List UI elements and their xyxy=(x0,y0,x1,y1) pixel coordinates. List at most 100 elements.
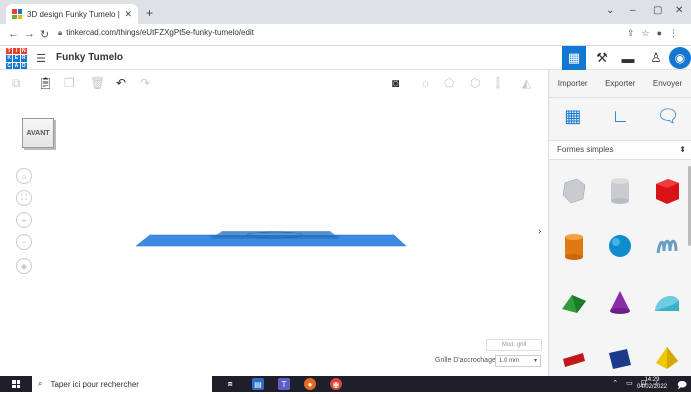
search-icon: ⌕ xyxy=(38,379,43,388)
home-view-icon[interactable]: ⌂ xyxy=(16,168,32,184)
zoom-out-icon[interactable]: − xyxy=(16,234,32,250)
clock-time: 14:29 xyxy=(644,377,660,383)
shape-box-hole[interactable] xyxy=(551,166,597,214)
tab-search-icon[interactable]: ⌄ xyxy=(606,5,614,16)
app-header: T I N K E R C A D ☰ Funky Tumelo ▦ ⚒ ▬ ♙… xyxy=(0,46,691,70)
design-list-icon[interactable]: ☰ xyxy=(36,52,46,65)
build-hammer-icon[interactable]: ⚒ xyxy=(590,46,614,70)
shape-category-label: Formes simples xyxy=(557,145,614,154)
copy-icon[interactable]: ⧉ xyxy=(12,76,21,91)
logo-letter: K xyxy=(6,55,13,62)
design-name[interactable]: Funky Tumelo xyxy=(56,52,123,63)
shape-cone[interactable] xyxy=(597,278,643,326)
snap-grid-value: 1.0 mm xyxy=(499,358,520,364)
align-icon[interactable]: ⫿ xyxy=(496,76,500,91)
shape-box[interactable] xyxy=(644,166,690,214)
edit-grid-label: Mod. grill xyxy=(501,342,527,348)
3d-view-grid-icon[interactable]: ▦ xyxy=(562,46,586,70)
workplane-grid-icon[interactable]: ▦ xyxy=(561,104,585,128)
chrome-icon[interactable]: ◉ xyxy=(330,378,342,390)
firefox-icon[interactable]: ● xyxy=(304,378,316,390)
shape-cylinder-hole[interactable] xyxy=(597,166,643,214)
logo-letter: D xyxy=(20,62,27,69)
share-icon[interactable]: ⇪ xyxy=(627,28,642,38)
fit-view-icon[interactable]: ⛶ xyxy=(16,190,32,206)
shape-sphere[interactable] xyxy=(597,222,643,270)
workplane-canvas[interactable] xyxy=(0,98,548,376)
address-bar-actions: ⇪☆●⋮ xyxy=(627,28,685,39)
note-icon[interactable]: 🗨︎ xyxy=(656,104,680,128)
collapse-panel-chevron-icon[interactable]: › xyxy=(538,226,541,237)
logo-letter: N xyxy=(20,48,27,55)
perspective-icon[interactable]: ◈ xyxy=(16,258,32,274)
tinkercad-favicon-icon xyxy=(12,9,22,19)
ungroup-icon[interactable]: ⬡ xyxy=(470,76,480,90)
profile-icon[interactable]: ● xyxy=(657,28,669,38)
new-tab-button[interactable]: + xyxy=(146,6,153,20)
redo-icon[interactable]: ↷ xyxy=(140,76,150,90)
window-restore-button[interactable]: ▢ xyxy=(653,5,662,16)
windows-taskbar: ⌕ Taper ici pour rechercher ⧈ ▤ T ● ◉ ⌃ … xyxy=(0,376,691,392)
more-icon[interactable]: ⋮ xyxy=(669,28,685,38)
snap-grid-label: Grille D'accrochage xyxy=(435,357,496,364)
send-button[interactable]: Envoyer xyxy=(653,79,682,88)
export-button[interactable]: Exporter xyxy=(605,79,635,88)
viewcube-label: AVANT xyxy=(26,129,50,137)
shape-cylinder[interactable] xyxy=(551,222,597,270)
add-user-icon[interactable]: ♙ xyxy=(644,46,668,70)
undo-icon[interactable]: ↶ xyxy=(116,76,126,90)
user-avatar[interactable]: ◉ xyxy=(669,47,691,69)
snap-grid-chevron-icon: ▾ xyxy=(533,358,537,364)
shape-roof[interactable] xyxy=(551,278,597,326)
ruler-icon[interactable]: ∟ xyxy=(608,104,632,128)
paste-icon[interactable]: 📋︎ xyxy=(38,76,53,90)
logo-letter: E xyxy=(13,55,20,62)
url-field[interactable]: 🔒︎ tinkercad.com/things/eUtFZXgPt5e-funky… xyxy=(58,28,254,38)
shapes-panel: Importer Exporter Envoyer ▦ ∟ 🗨︎ Formes … xyxy=(548,70,691,376)
file-explorer-icon[interactable]: ▤ xyxy=(252,378,264,390)
browser-tab[interactable]: 3D design Funky Tumelo | Tinker ✕ xyxy=(6,4,138,24)
tinkercad-logo[interactable]: T I N K E R C A D xyxy=(6,48,27,69)
taskbar-search-box[interactable]: ⌕ Taper ici pour rechercher xyxy=(32,376,212,392)
mirror-icon[interactable]: ◭ xyxy=(522,76,531,90)
star-icon[interactable]: ☆ xyxy=(641,28,656,38)
url-text: tinkercad.com/things/eUtFZXgPt5e-funky-t… xyxy=(66,28,254,37)
panel-tools: ▦ ∟ 🗨︎ xyxy=(549,104,691,128)
logo-letter: A xyxy=(13,62,20,69)
forward-arrow-icon[interactable]: → xyxy=(24,28,35,40)
shape-library xyxy=(551,166,690,382)
edit-toolbar: ⧉ 📋︎ ❐ 🗑︎ ↶ ↷ ◙ ☼ ⬠ ⬡ ⫿ ◭ xyxy=(0,70,548,98)
shape-category-select[interactable]: Formes simples ⬍ xyxy=(549,140,691,160)
reload-icon[interactable]: ↻ xyxy=(40,28,49,41)
shape-half-sphere[interactable] xyxy=(597,334,643,382)
snap-grid-select[interactable]: 1.0 mm ▾ xyxy=(495,355,541,367)
logo-letter: I xyxy=(13,48,20,55)
tab-close-icon[interactable]: ✕ xyxy=(124,9,132,20)
tab-title: 3D design Funky Tumelo | Tinker xyxy=(27,9,120,19)
logo-letter: R xyxy=(20,55,27,62)
notes-icon[interactable]: ◙ xyxy=(392,76,399,90)
group-icon[interactable]: ⬠ xyxy=(444,76,454,90)
delete-icon[interactable]: 🗑︎ xyxy=(90,76,105,90)
viewcube[interactable]: AVANT xyxy=(22,118,54,148)
teams-icon[interactable]: T xyxy=(278,378,290,390)
windows-start-icon[interactable] xyxy=(12,380,20,388)
shape-round-roof[interactable] xyxy=(644,278,690,326)
taskbar-clock[interactable]: 14:29 04/02/2022 xyxy=(637,377,667,391)
zoom-in-icon[interactable]: + xyxy=(16,212,32,228)
taskbar-search-placeholder: Taper ici pour rechercher xyxy=(50,379,139,389)
import-button[interactable]: Importer xyxy=(558,79,588,88)
light-bulb-icon[interactable]: ☼ xyxy=(420,76,431,90)
address-bar: ← → ↻ 🔒︎ tinkercad.com/things/eUtFZXgPt5e… xyxy=(0,24,691,46)
shape-text[interactable] xyxy=(551,334,597,382)
back-arrow-icon[interactable]: ← xyxy=(8,28,19,40)
duplicate-icon[interactable]: ❐ xyxy=(64,76,75,90)
edit-grid-button[interactable]: Mod. grill xyxy=(486,339,542,351)
shape-scribble[interactable] xyxy=(644,222,690,270)
bricks-icon[interactable]: ▬ xyxy=(616,46,640,70)
window-minimize-button[interactable]: – xyxy=(630,5,636,16)
shape-pyramid[interactable] xyxy=(644,334,690,382)
window-close-button[interactable]: ✕ xyxy=(675,5,683,16)
lock-icon: 🔒︎ xyxy=(58,28,63,37)
task-view-icon[interactable]: ⧈ xyxy=(224,378,236,390)
